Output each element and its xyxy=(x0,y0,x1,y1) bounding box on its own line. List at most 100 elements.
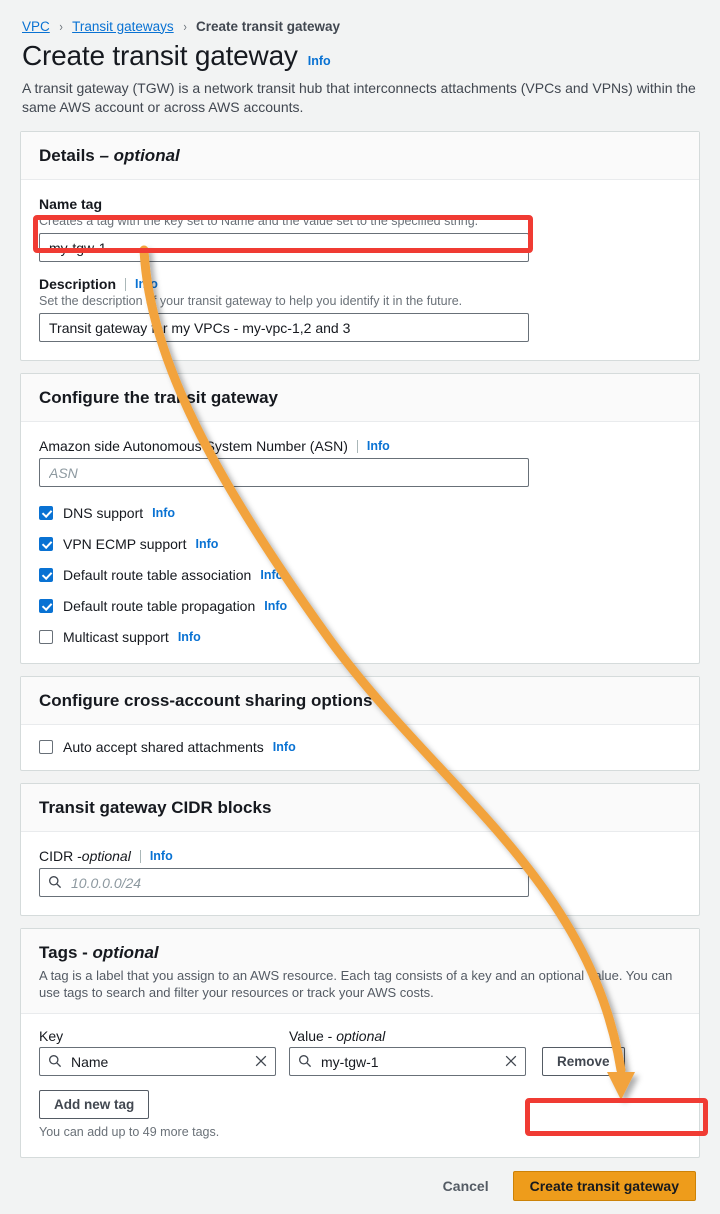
cidr-input[interactable] xyxy=(39,868,529,897)
tags-column-key-label: Key xyxy=(39,1028,64,1044)
tag-value-input[interactable] xyxy=(289,1047,526,1076)
cidr-label: CIDR - xyxy=(39,848,82,864)
page-description: A transit gateway (TGW) is a network tra… xyxy=(22,80,696,115)
tags-panel-header: Tags - optional A tag is a label that yo… xyxy=(21,929,699,1014)
tags-panel-body: Key Value - optional Name my-tgw-1 Remov… xyxy=(21,1014,699,1157)
checkbox-dns-support[interactable] xyxy=(39,506,53,520)
cidr-panel-title: Transit gateway CIDR blocks xyxy=(39,798,272,817)
remove-tag-button[interactable]: Remove xyxy=(542,1047,625,1076)
label-divider xyxy=(139,849,141,863)
label-divider xyxy=(125,277,127,291)
tags-limit-note: You can add up to 49 more tags. xyxy=(39,1125,220,1139)
cidr-label-row: CIDR - optional Info xyxy=(39,848,681,864)
details-panel-body: Name tag Creates a tag with the key set … xyxy=(21,180,699,360)
breadcrumb-item-transit-gateways[interactable]: Transit gateways xyxy=(72,19,174,34)
checkbox-label-dns-support: DNS support xyxy=(63,505,144,521)
table-row: Remove xyxy=(39,1047,681,1076)
tags-column-value-label: Value - optional xyxy=(289,1028,526,1044)
cross-account-sharing-panel: Configure cross-account sharing options … xyxy=(20,676,700,771)
create-transit-gateway-button[interactable]: Create transit gateway xyxy=(512,1171,696,1201)
label-divider xyxy=(356,439,358,453)
checkbox-default-route-table-propagation[interactable] xyxy=(39,599,53,613)
checkbox-row-dns-support[interactable]: DNS support Info xyxy=(39,505,681,521)
breadcrumb-item-current: Create transit gateway xyxy=(196,18,341,34)
tags-panel: Tags - optional A tag is a label that yo… xyxy=(20,928,700,1158)
transit-gateway-cidr-blocks-panel: Transit gateway CIDR blocks CIDR - optio… xyxy=(20,783,700,916)
name-tag-hint: Creates a tag with the key set to Name a… xyxy=(39,214,479,228)
checkbox-row-default-route-table-propagation[interactable]: Default route table propagation Info xyxy=(39,598,681,614)
checkbox-row-auto-accept-shared-attachments[interactable]: Auto accept shared attachments Info xyxy=(39,739,681,755)
asn-field: Amazon side Autonomous System Number (AS… xyxy=(39,438,681,487)
description-field-group: Description Info Set the description of … xyxy=(39,276,681,342)
configure-panel-title: Configure the transit gateway xyxy=(39,388,278,407)
page-title: Create transit gateway xyxy=(22,40,298,71)
default-route-propagation-info-link[interactable]: Info xyxy=(264,599,287,613)
breadcrumb-item-vpc[interactable]: VPC xyxy=(22,19,50,34)
tags-panel-title: Tags - optional xyxy=(39,943,681,963)
description-hint: Set the description of your transit gate… xyxy=(39,294,463,308)
description-label: Description xyxy=(39,276,117,292)
tags-title-optional: optional xyxy=(92,943,159,962)
checkbox-label-default-route-table-association: Default route table association xyxy=(63,567,252,583)
breadcrumb-separator-icon: › xyxy=(59,18,63,34)
checkbox-label-default-route-table-propagation: Default route table propagation xyxy=(63,598,256,614)
configure-panel-body: Amazon side Autonomous System Number (AS… xyxy=(21,422,699,663)
name-tag-input[interactable] xyxy=(39,233,529,262)
cidr-label-optional: optional xyxy=(81,848,131,864)
checkbox-row-vpn-ecmp-support[interactable]: VPN ECMP support Info xyxy=(39,536,681,552)
clear-icon[interactable] xyxy=(254,1054,268,1068)
default-route-association-info-link[interactable]: Info xyxy=(260,568,283,582)
checkbox-label-auto-accept-shared-attachments: Auto accept shared attachments xyxy=(63,739,264,755)
tags-title-text: Tags - xyxy=(39,943,93,962)
form-footer: Cancel Create transit gateway xyxy=(0,1158,720,1214)
name-tag-field: Name tag Creates a tag with the key set … xyxy=(39,196,681,262)
checkbox-row-default-route-table-association[interactable]: Default route table association Info xyxy=(39,567,681,583)
details-title-optional: – optional xyxy=(94,146,180,165)
cidr-info-link[interactable]: Info xyxy=(150,849,173,863)
checkbox-label-multicast-support: Multicast support xyxy=(63,629,169,645)
cidr-panel-body: CIDR - optional Info xyxy=(21,832,699,915)
sharing-panel-header: Configure cross-account sharing options xyxy=(21,677,699,725)
details-panel: Details – optional Name tag Creates a ta… xyxy=(20,131,700,361)
breadcrumb-separator-icon: › xyxy=(183,18,187,34)
description-info-link[interactable]: Info xyxy=(135,277,158,291)
details-panel-title: Details – optional xyxy=(39,146,681,166)
page-header: Create transit gateway Info A transit ga… xyxy=(0,40,720,117)
checkbox-label-vpn-ecmp-support: VPN ECMP support xyxy=(63,536,187,552)
sharing-panel-body: Auto accept shared attachments Info xyxy=(21,725,699,770)
vpn-ecmp-info-link[interactable]: Info xyxy=(195,537,218,551)
clear-icon[interactable] xyxy=(504,1054,518,1068)
multicast-support-info-link[interactable]: Info xyxy=(178,630,201,644)
add-new-tag-button[interactable]: Add new tag xyxy=(39,1090,150,1119)
checkbox-row-multicast-support[interactable]: Multicast support Info xyxy=(39,629,681,645)
sharing-panel-title: Configure cross-account sharing options xyxy=(39,691,373,710)
cidr-field: CIDR - optional Info xyxy=(39,848,681,897)
description-label-row: Description Info xyxy=(39,276,681,292)
tag-key-input[interactable] xyxy=(39,1047,276,1076)
asn-info-link[interactable]: Info xyxy=(367,439,390,453)
configure-transit-gateway-panel: Configure the transit gateway Amazon sid… xyxy=(20,373,700,664)
checkbox-vpn-ecmp-support[interactable] xyxy=(39,537,53,551)
details-panel-header: Details – optional xyxy=(21,132,699,180)
cidr-input-wrapper xyxy=(39,868,529,897)
tags-column-headers: Key Value - optional xyxy=(39,1028,681,1044)
checkbox-auto-accept-shared-attachments[interactable] xyxy=(39,740,53,754)
description-input[interactable] xyxy=(39,313,529,342)
configure-panel-header: Configure the transit gateway xyxy=(21,374,699,422)
dns-support-info-link[interactable]: Info xyxy=(152,506,175,520)
cancel-button[interactable]: Cancel xyxy=(439,1172,493,1200)
tags-column-value-optional: optional xyxy=(336,1028,386,1044)
page-title-info-link[interactable]: Info xyxy=(308,54,331,68)
asn-label: Amazon side Autonomous System Number (AS… xyxy=(39,438,348,454)
auto-accept-info-link[interactable]: Info xyxy=(273,740,296,754)
tag-value-input-wrapper xyxy=(289,1047,526,1076)
name-tag-label: Name tag xyxy=(39,196,103,212)
tag-key-input-wrapper xyxy=(39,1047,276,1076)
breadcrumb: VPC › Transit gateways › Create transit … xyxy=(0,0,720,36)
details-title-text: Details xyxy=(39,146,95,165)
asn-input[interactable] xyxy=(39,458,529,487)
checkbox-default-route-table-association[interactable] xyxy=(39,568,53,582)
checkbox-multicast-support[interactable] xyxy=(39,630,53,644)
tags-column-value-text: Value - xyxy=(289,1028,337,1044)
tags-panel-description: A tag is a label that you assign to an A… xyxy=(39,968,673,1000)
